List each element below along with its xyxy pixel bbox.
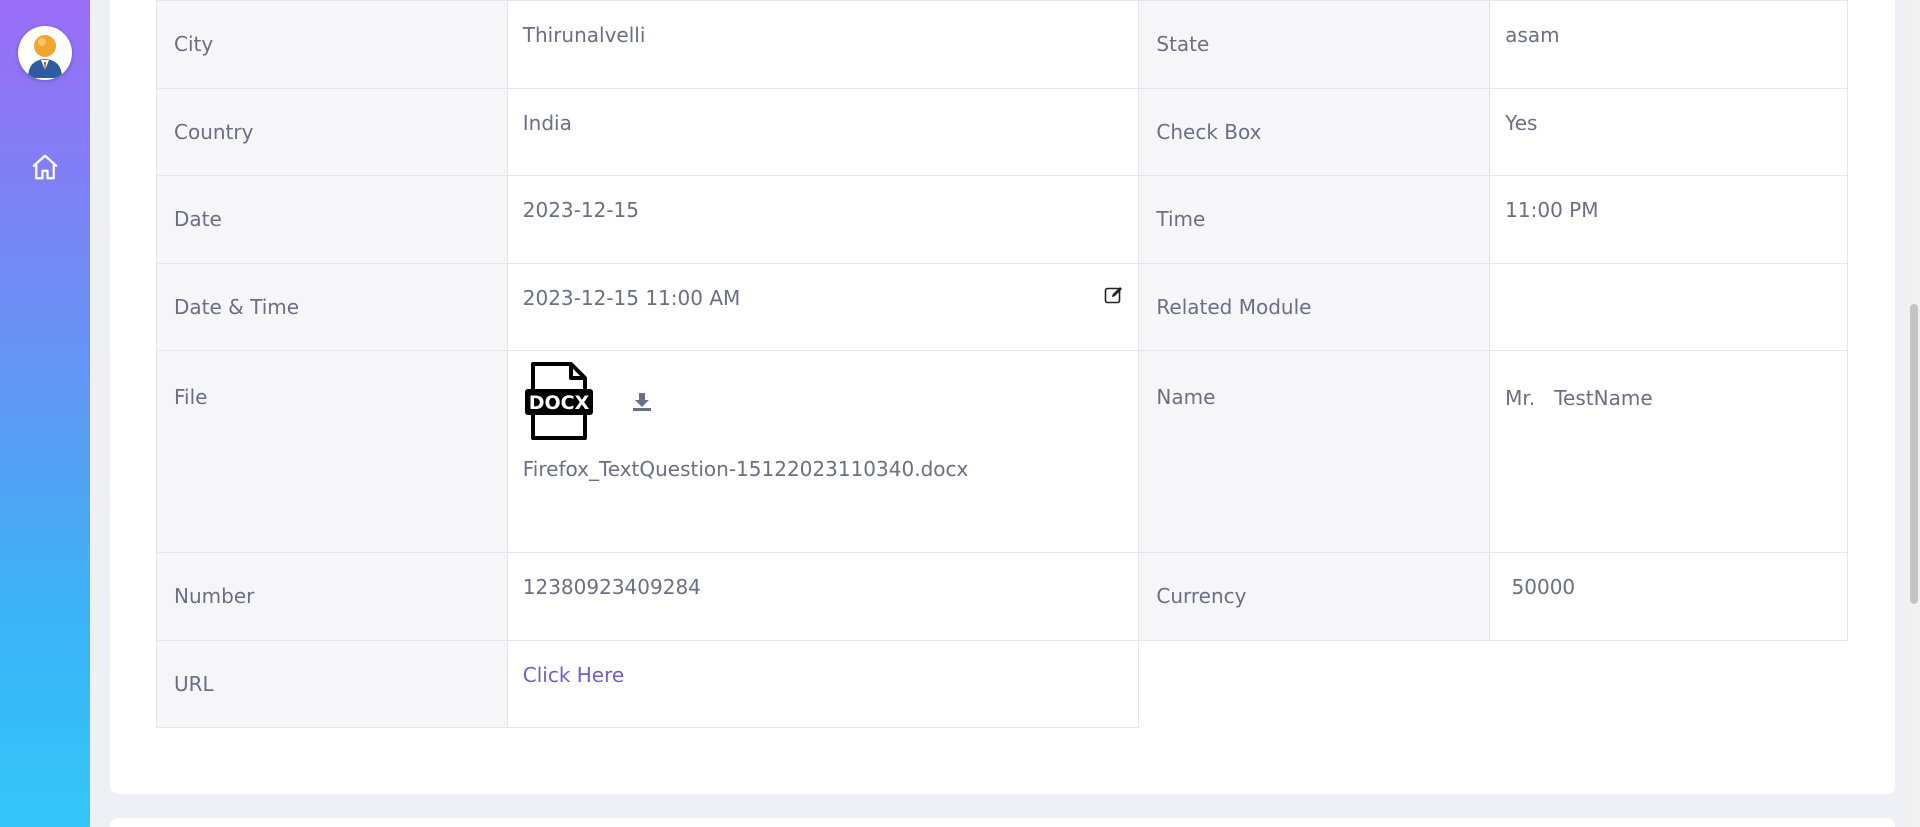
empty-cell [1138,640,1848,728]
docx-file-icon[interactable]: DOCX [523,361,595,441]
field-label-currency: Currency [1138,552,1491,641]
table-row: Date 2023-12-15 Time 11:00 PM [156,175,1848,264]
table-row: City Thirunalvelli State asam [156,0,1848,89]
field-value-check-box: Yes [1489,87,1848,176]
table-row: Country India Check Box Yes [156,87,1848,176]
field-value-date-time: 2023-12-15 11:00 AM [522,285,741,310]
edit-icon[interactable] [1104,285,1124,305]
user-avatar[interactable] [18,26,72,80]
field-value-file-cell: DOCX Firefox_TextQuestion-15122023110340… [506,350,1140,553]
field-value-state: asam [1489,0,1848,89]
field-value-time: 11:00 PM [1489,175,1848,264]
field-value-number: 12380923409284 [506,552,1140,641]
field-label-time: Time [1138,175,1491,264]
table-row: Date & Time 2023-12-15 11:00 AM Related … [156,262,1848,351]
sidebar [0,0,90,827]
field-label-related-module: Related Module [1138,262,1491,351]
field-label-city: City [156,0,508,89]
field-value-city: Thirunalvelli [506,0,1140,89]
avatar-icon [20,28,70,78]
field-value-url-cell: Click Here [506,639,1140,728]
field-value-currency: 50000 [1489,552,1848,641]
url-link[interactable]: Click Here [523,663,624,687]
field-label-number: Number [156,552,508,641]
table-row: File DOCX Firefox_TextQuestion-151220231… [156,350,1848,553]
table-row: Number 12380923409284 Currency 50000 [156,552,1848,641]
next-card [110,818,1895,827]
field-label-file: File [156,350,508,553]
field-value-related-module [1489,262,1848,351]
field-label-country: Country [156,87,508,176]
details-table: City Thirunalvelli State asam Country In… [156,0,1848,728]
field-label-check-box: Check Box [1138,87,1491,176]
field-value-date-time-cell: 2023-12-15 11:00 AM [506,262,1140,351]
field-value-date: 2023-12-15 [506,175,1140,264]
download-icon[interactable] [631,391,653,413]
table-row: URL Click Here [156,639,1848,728]
docx-badge-text: DOCX [528,392,589,414]
scrollbar-thumb[interactable] [1910,304,1918,604]
home-icon[interactable] [30,152,60,182]
field-value-name: Mr. TestName [1489,350,1848,553]
field-label-url: URL [156,639,508,728]
field-label-date: Date [156,175,508,264]
details-card: City Thirunalvelli State asam Country In… [110,0,1895,794]
field-label-date-time: Date & Time [156,262,508,351]
file-name[interactable]: Firefox_TextQuestion-15122023110340.docx [523,457,1123,481]
field-label-state: State [1138,0,1491,89]
file-attachment: DOCX [523,362,1123,457]
field-value-country: India [506,87,1140,176]
field-label-name: Name [1138,350,1491,553]
